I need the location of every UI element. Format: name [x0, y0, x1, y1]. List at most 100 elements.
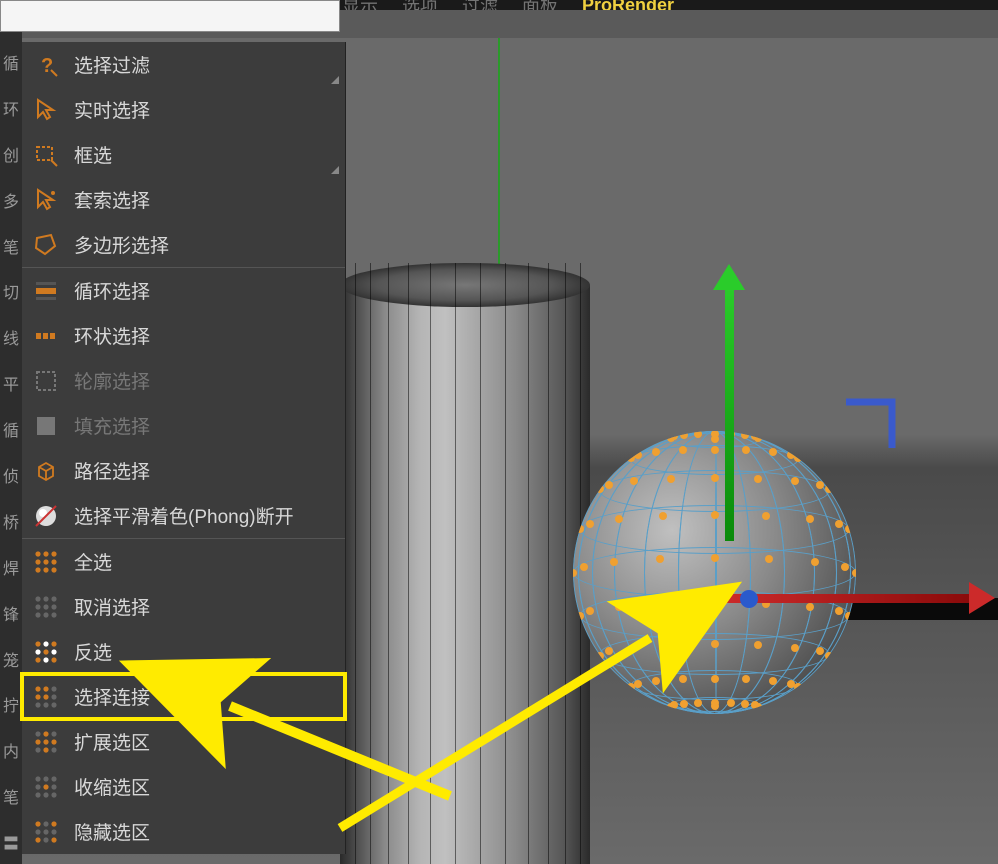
vertex-point[interactable] — [711, 446, 719, 454]
vertex-point[interactable] — [586, 607, 594, 615]
vertex-point[interactable] — [835, 520, 843, 528]
vertex-point[interactable] — [845, 612, 853, 620]
left-strip-item[interactable]: 侦 — [0, 453, 22, 497]
vertex-point[interactable] — [769, 448, 777, 456]
vertex-point[interactable] — [580, 563, 588, 571]
left-strip-item[interactable]: 线 — [0, 315, 22, 359]
menu-item-lasso-cursor[interactable]: 套索选择 — [22, 177, 345, 222]
vertex-point[interactable] — [627, 683, 635, 691]
vertex-point[interactable] — [667, 641, 675, 649]
vertex-point[interactable] — [576, 612, 584, 620]
vertex-point[interactable] — [615, 603, 623, 611]
vertex-point[interactable] — [806, 515, 814, 523]
vertex-point[interactable] — [605, 647, 613, 655]
vertex-point[interactable] — [841, 563, 849, 571]
vertex-point[interactable] — [627, 454, 635, 462]
menu-item-dots-full[interactable]: 全选 — [22, 539, 345, 584]
vertex-point[interactable] — [727, 699, 735, 707]
vertex-point[interactable] — [605, 481, 613, 489]
menu-item-dots-none[interactable]: 取消选择 — [22, 584, 345, 629]
vertex-point[interactable] — [652, 677, 660, 685]
left-strip-item[interactable]: 笔 — [0, 224, 22, 268]
vertex-point[interactable] — [679, 446, 687, 454]
vertex-point[interactable] — [765, 555, 773, 563]
vertex-point[interactable] — [659, 600, 667, 608]
menu-item-dots-shrink[interactable]: 收缩选区 — [22, 764, 345, 809]
vertex-point[interactable] — [751, 432, 759, 440]
menu-item-dots-connect[interactable]: 选择连接 — [22, 674, 345, 719]
left-strip-item[interactable]: 创 — [0, 132, 22, 176]
object-sphere[interactable] — [573, 431, 856, 714]
topbar-item[interactable]: 过滤 — [462, 0, 498, 10]
vertex-point[interactable] — [791, 477, 799, 485]
left-strip-item[interactable]: 桥 — [0, 499, 22, 543]
left-strip-item[interactable]: 平 — [0, 361, 22, 405]
vertex-point[interactable] — [711, 675, 719, 683]
topbar-item[interactable]: 显示 — [342, 0, 378, 10]
object-cylinder[interactable] — [340, 263, 590, 864]
vertex-point[interactable] — [596, 485, 604, 493]
gizmo-y-axis[interactable] — [725, 286, 734, 541]
vertex-point[interactable] — [711, 435, 719, 443]
vertex-point[interactable] — [754, 475, 762, 483]
vertex-point[interactable] — [835, 607, 843, 615]
vertex-point[interactable] — [630, 477, 638, 485]
menu-item-filter-q[interactable]: ?选择过滤 — [22, 42, 345, 87]
gizmo-z-axis[interactable] — [740, 590, 758, 608]
menu-item-path-cube[interactable]: 路径选择 — [22, 448, 345, 493]
vertex-point[interactable] — [754, 641, 762, 649]
search-input[interactable] — [0, 0, 340, 32]
vertex-point[interactable] — [825, 652, 833, 660]
left-strip-item[interactable]: 锋 — [0, 591, 22, 635]
vertex-point[interactable] — [741, 700, 749, 708]
left-strip-item[interactable]: 拧 — [0, 682, 22, 726]
vertex-point[interactable] — [652, 448, 660, 456]
left-strip-item[interactable]: 循 — [0, 407, 22, 451]
vertex-point[interactable] — [615, 515, 623, 523]
vertex-point[interactable] — [656, 555, 664, 563]
vertex-point[interactable] — [667, 475, 675, 483]
left-strip-item[interactable]: 循 — [0, 40, 22, 84]
vertex-point[interactable] — [680, 431, 688, 439]
vertex-point[interactable] — [680, 700, 688, 708]
vertex-point[interactable] — [596, 652, 604, 660]
topbar-item[interactable]: 面板 — [522, 0, 558, 10]
left-strip-item[interactable]: 环 — [0, 86, 22, 130]
vertex-point[interactable] — [845, 525, 853, 533]
menu-item-dots-hide[interactable]: 隐藏选区 — [22, 809, 345, 854]
menu-item-poly-lasso[interactable]: 多边形选择 — [22, 222, 345, 267]
view-rotate-widget[interactable] — [840, 396, 898, 454]
vertex-point[interactable] — [576, 525, 584, 533]
vertex-point[interactable] — [825, 485, 833, 493]
vertex-point[interactable] — [667, 703, 675, 711]
vertex-point[interactable] — [659, 512, 667, 520]
vertex-point[interactable] — [694, 699, 702, 707]
left-strip-item[interactable]: 笼 — [0, 637, 22, 681]
vertex-point[interactable] — [711, 474, 719, 482]
left-strip-item[interactable]: 笔 — [0, 774, 22, 818]
vertex-point[interactable] — [679, 675, 687, 683]
vertex-point[interactable] — [742, 446, 750, 454]
vertex-point[interactable] — [787, 451, 795, 459]
vertex-point[interactable] — [586, 520, 594, 528]
left-strip-item[interactable]: 切 — [0, 269, 22, 313]
vertex-point[interactable] — [711, 554, 719, 562]
menu-item-rect-marquee[interactable]: 框选 — [22, 132, 345, 177]
vertex-point[interactable] — [711, 640, 719, 648]
topbar-item[interactable]: 选项 — [402, 0, 438, 10]
left-strip-item[interactable]: 内 — [0, 728, 22, 772]
vertex-point[interactable] — [630, 644, 638, 652]
vertex-point[interactable] — [711, 511, 719, 519]
vertex-point[interactable] — [711, 702, 719, 710]
left-strip-item[interactable]: 〓 — [0, 820, 22, 864]
vertex-point[interactable] — [811, 558, 819, 566]
menu-item-ring[interactable]: 环状选择 — [22, 313, 345, 358]
vertex-point[interactable] — [806, 603, 814, 611]
vertex-point[interactable] — [741, 431, 749, 439]
vertex-point[interactable] — [610, 558, 618, 566]
menu-item-dots-grow[interactable]: 扩展选区 — [22, 719, 345, 764]
left-strip-item[interactable]: 焊 — [0, 545, 22, 589]
vertex-point[interactable] — [791, 644, 799, 652]
vertex-point[interactable] — [816, 647, 824, 655]
gizmo-x-axis[interactable] — [723, 594, 973, 603]
